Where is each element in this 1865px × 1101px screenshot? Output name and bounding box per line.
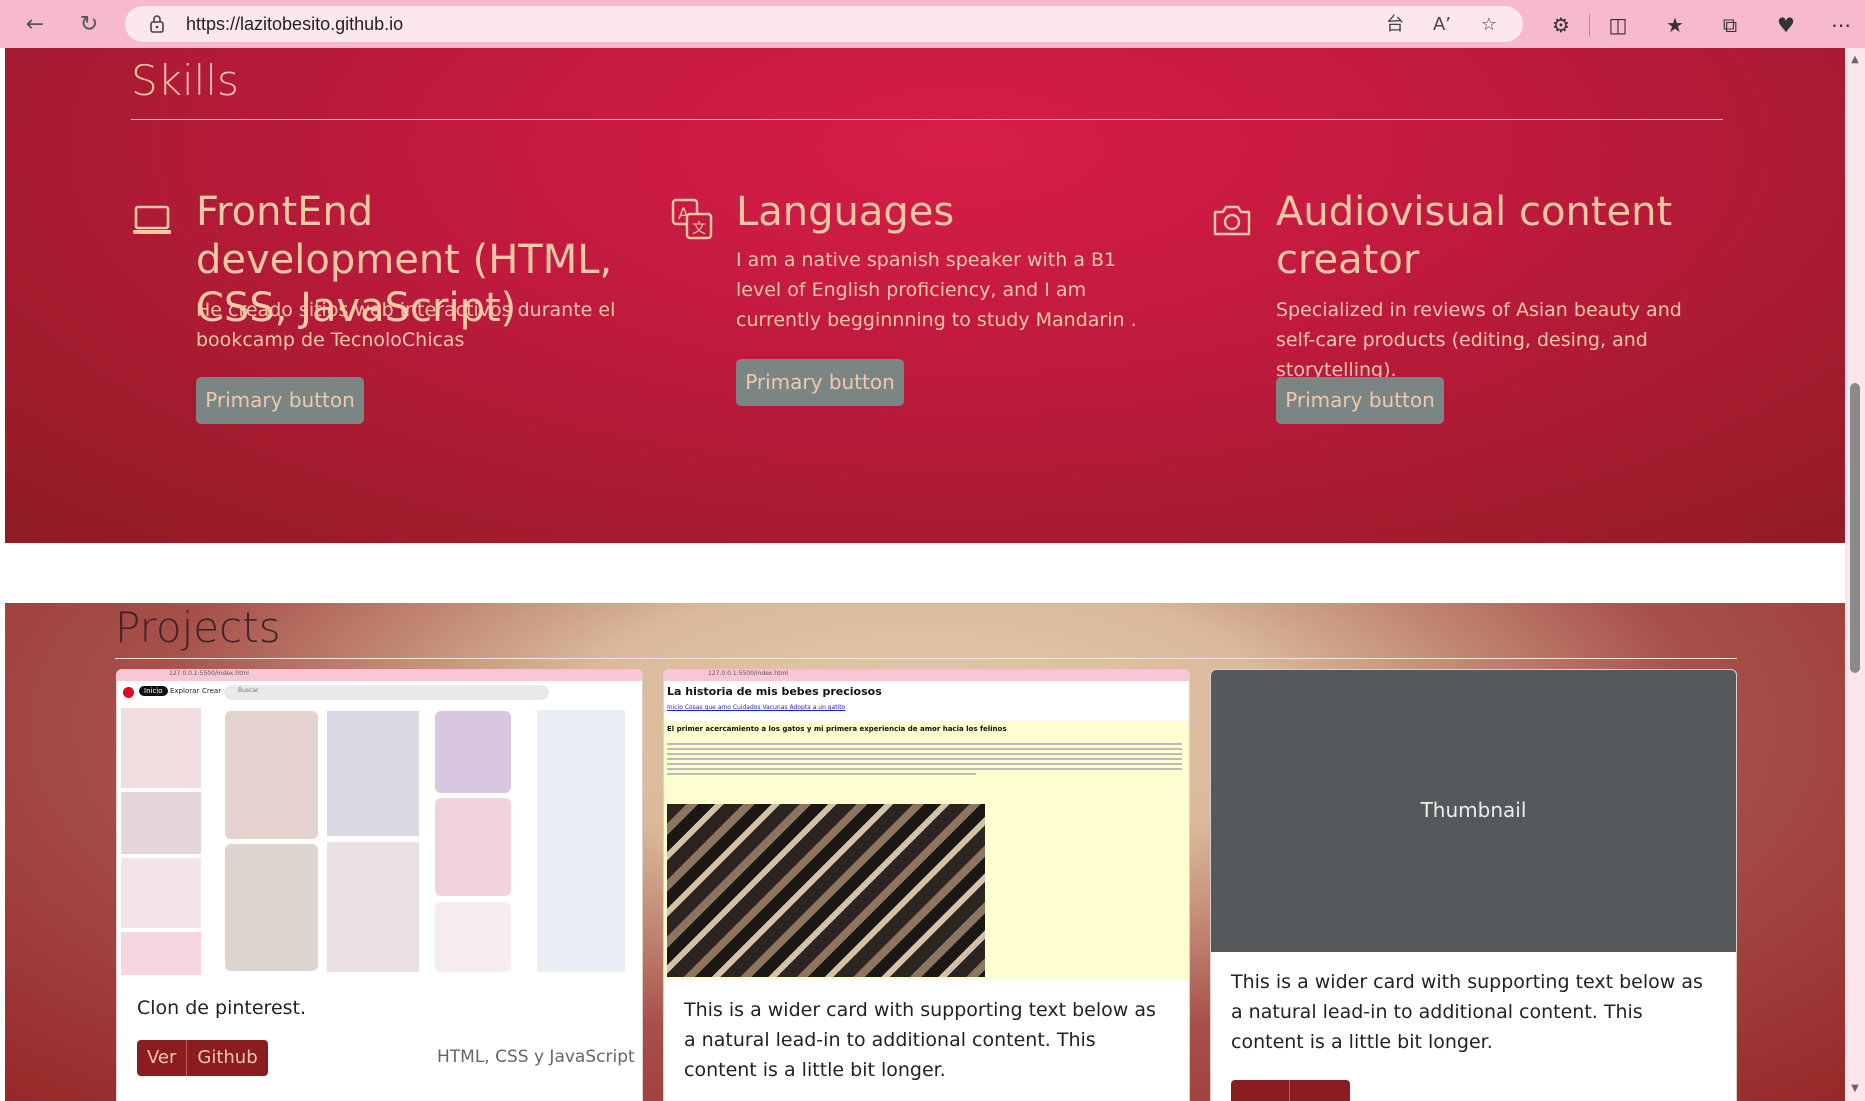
project-card-pinterest: 127.0.0.1:5500/index.html Inicio Explora… — [116, 669, 643, 1101]
translate-page-icon[interactable]: 台 — [1384, 14, 1406, 36]
pinterest-logo-icon — [123, 687, 134, 698]
extensions-icon[interactable]: ⚙ — [1548, 12, 1574, 38]
pin-search-placeholder: Buscar — [238, 687, 259, 694]
pin-tile — [225, 711, 318, 839]
browser-essentials-icon[interactable]: ♥ — [1773, 12, 1799, 38]
more-menu-icon[interactable]: ⋯ — [1828, 12, 1854, 38]
card-text: This is a wider card with supporting tex… — [684, 999, 1156, 1081]
skills-title: Skills — [131, 56, 239, 105]
thumbnail-placeholder: Thumbnail — [1211, 670, 1736, 952]
card-text: This is a wider card with supporting tex… — [1231, 971, 1703, 1053]
pin-tile — [121, 708, 201, 788]
projects-title: Projects — [115, 603, 281, 652]
laptop-icon — [133, 205, 171, 234]
address-bar[interactable]: https://lazitobesito.github.io 台 A’ ☆ — [125, 6, 1523, 42]
svg-text:文: 文 — [692, 221, 706, 237]
camera-icon — [1213, 205, 1251, 236]
read-aloud-icon[interactable]: A’ — [1431, 14, 1453, 36]
url-text[interactable]: https://lazitobesito.github.io — [186, 14, 403, 35]
pin-tile — [225, 844, 318, 971]
favorite-star-icon[interactable]: ☆ — [1478, 14, 1500, 36]
card-tech-text: HTML, CSS y JavaScript — [437, 1047, 635, 1067]
pin-tile — [121, 932, 201, 975]
cat-photo — [667, 804, 985, 977]
skill-primary-button[interactable]: Primary button — [736, 359, 904, 406]
card-button-group: Ver Github — [137, 1040, 268, 1076]
scroll-thumb[interactable] — [1850, 383, 1860, 673]
split-screen-icon[interactable]: ◫ — [1605, 12, 1631, 38]
mini-browser-bar: 127.0.0.1:5500/index.html — [117, 670, 642, 681]
mini-url: 127.0.0.1:5500/index.html — [169, 670, 249, 677]
project-screenshot[interactable]: 127.0.0.1:5500/index.html La historia de… — [664, 670, 1189, 980]
pin-tile — [327, 842, 419, 972]
ver-button[interactable]: Ver — [137, 1040, 187, 1076]
project-card-cats: 127.0.0.1:5500/index.html La historia de… — [663, 669, 1190, 1101]
project-screenshot[interactable]: 127.0.0.1:5500/index.html Inicio Explora… — [117, 670, 642, 975]
card-button-group — [1231, 1080, 1350, 1101]
skill-description: He creado sitios web interactivos durant… — [196, 299, 616, 351]
pin-search-box: Buscar — [224, 685, 549, 700]
github-button[interactable]: Github — [186, 1040, 268, 1076]
project-card-placeholder: Thumbnail This is a wider card with supp… — [1210, 669, 1737, 1101]
toolbar-divider — [1589, 14, 1590, 36]
skill-title: Languages — [736, 189, 955, 235]
cats-heading: La historia de mis bebes preciosos — [667, 685, 882, 698]
collections-icon[interactable]: ⧉ — [1717, 12, 1743, 38]
page-scrollbar[interactable]: ▲ ▼ — [1845, 48, 1865, 1101]
card-button[interactable] — [1289, 1080, 1350, 1101]
pin-tile — [435, 902, 511, 972]
mini-url: 127.0.0.1:5500/index.html — [708, 670, 788, 677]
skill-primary-button[interactable]: Primary button — [1276, 377, 1444, 424]
mini-browser-bar: 127.0.0.1:5500/index.html — [664, 670, 1189, 681]
card-button[interactable] — [1231, 1080, 1289, 1101]
pin-tile — [327, 711, 419, 836]
projects-divider — [115, 658, 1737, 659]
browser-toolbar: ← ↻ https://lazitobesito.github.io 台 A’ … — [0, 0, 1865, 48]
skills-divider — [131, 119, 1723, 120]
thumbnail-label: Thumbnail — [1420, 798, 1527, 822]
pin-tile — [537, 710, 625, 972]
scroll-down-arrow-icon[interactable]: ▼ — [1849, 1083, 1861, 1095]
pin-tile — [435, 798, 511, 896]
cats-links: Inicio Cosas que amo Cuidados Vacunas Ad… — [667, 704, 846, 711]
skills-section: Skills FrontEnd development (HTML, CSS, … — [5, 48, 1845, 543]
page-viewport: Skills FrontEnd development (HTML, CSS, … — [0, 48, 1845, 1101]
scroll-up-arrow-icon[interactable]: ▲ — [1849, 54, 1861, 66]
skill-description: Specialized in reviews of Asian beauty a… — [1276, 299, 1682, 381]
cats-paragraph — [667, 740, 1182, 790]
pin-tile — [121, 792, 201, 854]
projects-section: Projects 127.0.0.1:5500/index.html Inici… — [5, 603, 1845, 1101]
translate-icon: A 文 — [671, 198, 713, 240]
cats-subheading: El primer acercamiento a los gatos y mi … — [667, 725, 1007, 733]
skill-title: Audiovisual content creator — [1276, 189, 1673, 283]
pinterest-nav: Inicio Explorar Crear Buscar — [117, 681, 642, 705]
pin-tile — [121, 858, 201, 928]
pin-nav-home: Inicio — [139, 686, 168, 696]
card-text: Clon de pinterest. — [137, 997, 307, 1019]
pin-nav-create: Crear — [202, 687, 222, 695]
refresh-icon[interactable]: ↻ — [74, 10, 104, 40]
back-icon[interactable]: ← — [20, 10, 50, 40]
pin-nav-explore: Explorar — [170, 687, 200, 695]
favorites-icon[interactable]: ★ — [1662, 12, 1688, 38]
cats-header: La historia de mis bebes preciosos Inici… — [664, 681, 1189, 721]
skill-primary-button[interactable]: Primary button — [196, 377, 364, 424]
lock-icon[interactable] — [147, 14, 167, 34]
pin-tile — [435, 711, 511, 793]
skill-description: I am a native spanish speaker with a B1 … — [736, 249, 1137, 331]
